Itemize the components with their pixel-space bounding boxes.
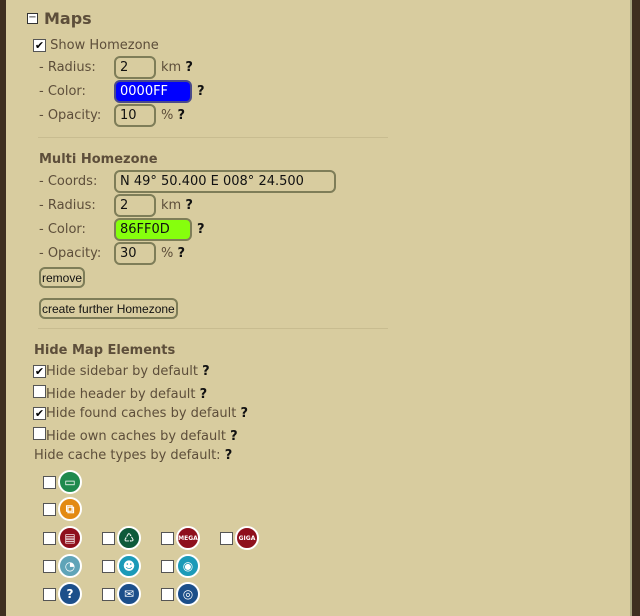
cache-type-mega: MEGA xyxy=(161,526,200,550)
collapse-toggle[interactable]: − xyxy=(27,13,38,24)
hide-option-label: Hide own caches by default xyxy=(46,429,226,444)
cache-type-checkbox[interactable] xyxy=(161,559,174,573)
multi-radius-label: - Radius: xyxy=(39,198,96,213)
unit-km: km xyxy=(161,60,182,75)
wherigo-cache-icon: ◎ xyxy=(176,582,200,606)
help-icon[interactable]: ? xyxy=(197,222,205,237)
divider xyxy=(38,328,388,329)
radius-input[interactable]: 2 xyxy=(114,56,156,79)
unit-percent: % xyxy=(161,108,174,123)
cache-type-letterbox: ✉ xyxy=(102,582,141,606)
cache-type-giga: GIGA xyxy=(220,526,259,550)
radius-label: - Radius: xyxy=(39,60,96,75)
help-icon[interactable]: ? xyxy=(225,448,233,463)
cache-types-label: Hide cache types by default: ? xyxy=(34,448,232,463)
help-icon[interactable]: ? xyxy=(185,198,193,213)
cache-type-webcam: ◉ xyxy=(161,554,200,578)
help-icon[interactable]: ? xyxy=(185,60,193,75)
multi-radius-unit: km ? xyxy=(161,198,193,213)
hide-option-label: Hide sidebar by default xyxy=(46,364,198,379)
left-border xyxy=(0,0,6,616)
multi-color-label: - Color: xyxy=(39,222,86,237)
help-icon[interactable]: ? xyxy=(197,84,205,99)
color-input[interactable]: 0000FF xyxy=(114,80,192,103)
event-cache-icon: ▤ xyxy=(58,526,82,550)
help-icon[interactable]: ? xyxy=(200,387,208,402)
opacity-unit: % ? xyxy=(161,108,185,123)
color-label: - Color: xyxy=(39,84,86,99)
hide-option-checkbox[interactable]: ✔ xyxy=(33,365,46,378)
cache-type-checkbox[interactable] xyxy=(43,531,56,545)
section-title: Maps xyxy=(44,9,92,28)
letterbox-cache-icon: ✉ xyxy=(117,582,141,606)
cache-type-checkbox[interactable] xyxy=(43,559,56,573)
cache-type-traditional: ▭ xyxy=(43,470,82,494)
mega-cache-icon: MEGA xyxy=(176,526,200,550)
virtual-cache-icon: ☻ xyxy=(117,554,141,578)
cache-type-checkbox[interactable] xyxy=(43,502,56,516)
cache-types-text: Hide cache types by default: xyxy=(34,448,221,463)
radius-unit: km ? xyxy=(161,60,193,75)
hide-option-row: Hide own caches by default ? xyxy=(33,427,238,444)
earth-cache-icon: ◔ xyxy=(58,554,82,578)
multi-opacity-unit: % ? xyxy=(161,246,185,261)
cache-type-checkbox[interactable] xyxy=(102,587,115,601)
show-homezone-row: ✔ Show Homezone xyxy=(33,38,159,53)
cache-type-checkbox[interactable] xyxy=(161,531,174,545)
hide-option-checkbox[interactable]: ✔ xyxy=(33,407,46,420)
hide-option-label: Hide found caches by default xyxy=(46,406,237,421)
remove-button[interactable]: remove xyxy=(39,267,86,288)
hide-elements-title: Hide Map Elements xyxy=(34,343,176,358)
mystery-cache-icon: ? xyxy=(58,582,82,606)
help-icon[interactable]: ? xyxy=(241,406,249,421)
cache-type-checkbox[interactable] xyxy=(102,531,115,545)
show-homezone-label: Show Homezone xyxy=(50,38,159,53)
cache-type-cito: ♺ xyxy=(102,526,141,550)
coords-label: - Coords: xyxy=(39,174,98,189)
cache-type-checkbox[interactable] xyxy=(43,475,56,489)
cache-type-checkbox[interactable] xyxy=(220,531,233,545)
multi-radius-input[interactable]: 2 xyxy=(114,194,156,217)
unit-km: km xyxy=(161,198,182,213)
cache-type-event: ▤ xyxy=(43,526,82,550)
right-border xyxy=(632,0,640,616)
multi-cache-icon: ⧉ xyxy=(58,497,82,521)
cache-type-checkbox[interactable] xyxy=(102,559,115,573)
cito-cache-icon: ♺ xyxy=(117,526,141,550)
cache-type-wherigo: ◎ xyxy=(161,582,200,606)
hide-option-row: Hide header by default ? xyxy=(33,385,207,402)
help-icon[interactable]: ? xyxy=(178,108,186,123)
cache-type-checkbox[interactable] xyxy=(43,587,56,601)
hide-option-checkbox[interactable] xyxy=(33,385,46,398)
giga-cache-icon: GIGA xyxy=(235,526,259,550)
webcam-cache-icon: ◉ xyxy=(176,554,200,578)
divider xyxy=(38,137,388,138)
show-homezone-checkbox[interactable]: ✔ xyxy=(33,39,46,52)
cache-type-virtual: ☻ xyxy=(102,554,141,578)
opacity-label: - Opacity: xyxy=(39,108,102,123)
multi-opacity-input[interactable]: 30 xyxy=(114,242,156,265)
multi-opacity-label: - Opacity: xyxy=(39,246,102,261)
unit-percent: % xyxy=(161,246,174,261)
coords-input[interactable]: N 49° 50.400 E 008° 24.500 xyxy=(114,170,336,193)
hide-option-row: ✔ Hide sidebar by default ? xyxy=(33,364,210,379)
multi-homezone-title: Multi Homezone xyxy=(39,152,158,167)
hide-option-checkbox[interactable] xyxy=(33,427,46,440)
cache-type-mystery: ? xyxy=(43,582,82,606)
traditional-cache-icon: ▭ xyxy=(58,470,82,494)
create-homezone-button[interactable]: create further Homezone xyxy=(39,298,178,319)
help-icon[interactable]: ? xyxy=(202,364,210,379)
cache-type-earth: ◔ xyxy=(43,554,82,578)
multi-color-input[interactable]: 86FF0D xyxy=(114,218,192,241)
hide-option-label: Hide header by default xyxy=(46,387,196,402)
hide-option-row: ✔ Hide found caches by default ? xyxy=(33,406,248,421)
help-icon[interactable]: ? xyxy=(178,246,186,261)
opacity-input[interactable]: 10 xyxy=(114,104,156,127)
cache-type-checkbox[interactable] xyxy=(161,587,174,601)
help-icon[interactable]: ? xyxy=(230,429,238,444)
cache-type-multi: ⧉ xyxy=(43,497,82,521)
